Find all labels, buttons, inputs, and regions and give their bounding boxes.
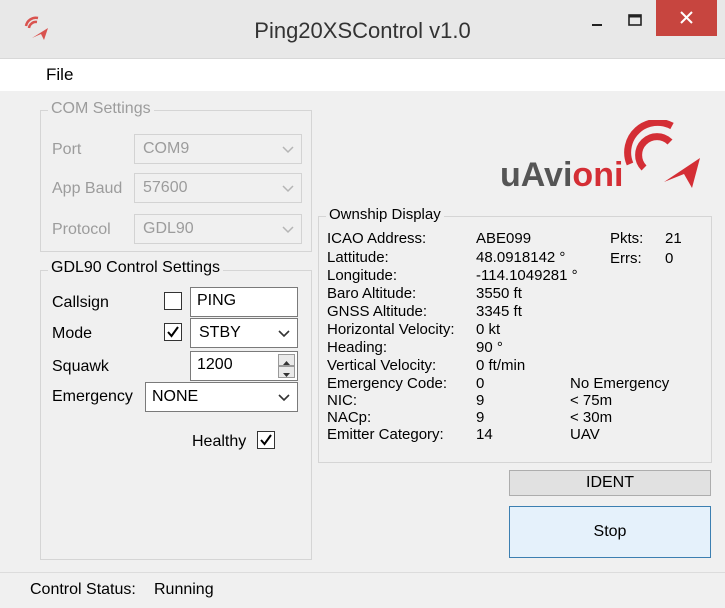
ownship-row-value: 3550 ft xyxy=(476,285,522,302)
ownship-row-value: 90 ° xyxy=(476,339,503,356)
protocol-label: Protocol xyxy=(52,221,111,238)
squawk-input[interactable] xyxy=(197,356,272,374)
control-status-value: Running xyxy=(154,581,214,598)
chevron-down-icon xyxy=(282,185,294,193)
logo-text-accent: oni xyxy=(572,156,624,194)
app-window: Ping20XSControl v1.0 File COM Settings P… xyxy=(0,0,725,608)
squawk-up-button[interactable] xyxy=(278,354,295,366)
window-title: Ping20XSControl v1.0 xyxy=(254,18,471,43)
app-baud-select[interactable]: 57600 xyxy=(134,173,302,203)
ownship-row-extra: < 75m xyxy=(570,392,613,409)
stop-button[interactable]: Stop xyxy=(509,506,711,558)
ownship-row-label: NACp: xyxy=(327,409,372,426)
callsign-field[interactable] xyxy=(190,287,298,317)
ownship-row-value: 0 xyxy=(476,375,485,392)
ownship-row-label: Lattitude: xyxy=(327,249,389,266)
ownship-row-label: GNSS Altitude: xyxy=(327,303,428,320)
close-button[interactable] xyxy=(656,0,717,36)
errs-value: 0 xyxy=(665,250,674,267)
uavionix-logo: uAvioni xyxy=(500,120,710,200)
mode-value: STBY xyxy=(199,324,241,341)
ident-button-label: IDENT xyxy=(586,474,634,491)
port-value: COM9 xyxy=(143,140,190,157)
ident-button[interactable]: IDENT xyxy=(509,470,711,496)
healthy-label: Healthy xyxy=(192,433,247,450)
mode-select[interactable]: STBY xyxy=(190,318,298,348)
chevron-down-icon xyxy=(282,146,294,154)
ownship-row-label: Longitude: xyxy=(327,267,398,284)
checkmark-icon xyxy=(167,326,179,338)
chevron-down-icon xyxy=(282,226,294,234)
protocol-value: GDL90 xyxy=(143,220,194,237)
callsign-checkbox[interactable] xyxy=(164,292,182,310)
minimize-button[interactable] xyxy=(582,10,612,34)
errs-label: Errs: xyxy=(610,250,642,267)
ownship-row-value: -114.1049281 ° xyxy=(476,267,578,284)
port-label: Port xyxy=(52,141,82,158)
logo-signal-icon xyxy=(624,120,700,188)
healthy-checkbox[interactable] xyxy=(257,431,275,449)
ownship-row-label: NIC: xyxy=(327,392,357,409)
ownship-row-value: 0 ft/min xyxy=(476,357,526,374)
mode-label: Mode xyxy=(52,325,93,342)
com-settings-legend: COM Settings xyxy=(48,100,154,118)
ownship-row-label: Heading: xyxy=(327,339,388,356)
app-baud-label: App Baud xyxy=(52,180,123,197)
title-bar: Ping20XSControl v1.0 xyxy=(0,0,725,59)
squawk-stepper[interactable] xyxy=(190,351,298,381)
squawk-down-button[interactable] xyxy=(278,366,295,378)
control-status-label: Control Status: xyxy=(30,581,136,598)
app-baud-value: 57600 xyxy=(143,179,188,196)
gdl90-settings-legend: GDL90 Control Settings xyxy=(48,259,223,277)
ownship-row-label: Horizontal Velocity: xyxy=(327,321,455,338)
ownship-row-label: ICAO Address: xyxy=(327,230,427,247)
ownship-row-value: 48.0918142 ° xyxy=(476,249,566,266)
arrow-down-icon xyxy=(283,373,290,377)
ownship-row-value: 0 kt xyxy=(476,321,501,338)
emergency-value: NONE xyxy=(152,388,199,405)
emergency-select[interactable]: NONE xyxy=(145,382,298,412)
ownship-row-value: 9 xyxy=(476,409,485,426)
pkts-value: 21 xyxy=(665,230,682,247)
stop-button-label: Stop xyxy=(593,523,627,540)
close-icon xyxy=(680,11,693,24)
checkmark-icon xyxy=(260,434,272,446)
protocol-select[interactable]: GDL90 xyxy=(134,214,302,244)
chevron-down-icon xyxy=(278,394,290,402)
ownship-row-value: 9 xyxy=(476,392,485,409)
ownship-row-extra: No Emergency xyxy=(570,375,670,392)
menu-bar: File xyxy=(0,59,725,91)
ownship-display-legend: Ownship Display xyxy=(326,206,444,223)
logo-text-main: uAvi xyxy=(500,156,573,194)
ownship-row-label: Emitter Category: xyxy=(327,426,444,443)
mode-checkbox[interactable] xyxy=(164,323,182,341)
ownship-row-extra: UAV xyxy=(570,426,600,443)
ownship-row-value: 3345 ft xyxy=(476,303,522,320)
menu-file[interactable]: File xyxy=(46,65,73,85)
callsign-label: Callsign xyxy=(52,294,109,311)
emergency-label: Emergency xyxy=(52,388,133,405)
callsign-input[interactable] xyxy=(197,292,282,310)
ownship-row-value: 14 xyxy=(476,426,493,443)
maximize-button[interactable] xyxy=(620,10,650,34)
status-bar: Control Status: Running xyxy=(0,572,725,608)
squawk-label: Squawk xyxy=(52,358,109,375)
ownship-row-extra: < 30m xyxy=(570,409,613,426)
ownship-row-label: Emergency Code: xyxy=(327,375,448,392)
port-select[interactable]: COM9 xyxy=(134,134,302,164)
ownship-row-value: ABE099 xyxy=(476,230,532,247)
pkts-label: Pkts: xyxy=(610,230,644,247)
ownship-row-label: Baro Altitude: xyxy=(327,285,417,302)
chevron-down-icon xyxy=(278,330,290,338)
ownship-row-label: Vertical Velocity: xyxy=(327,357,437,374)
